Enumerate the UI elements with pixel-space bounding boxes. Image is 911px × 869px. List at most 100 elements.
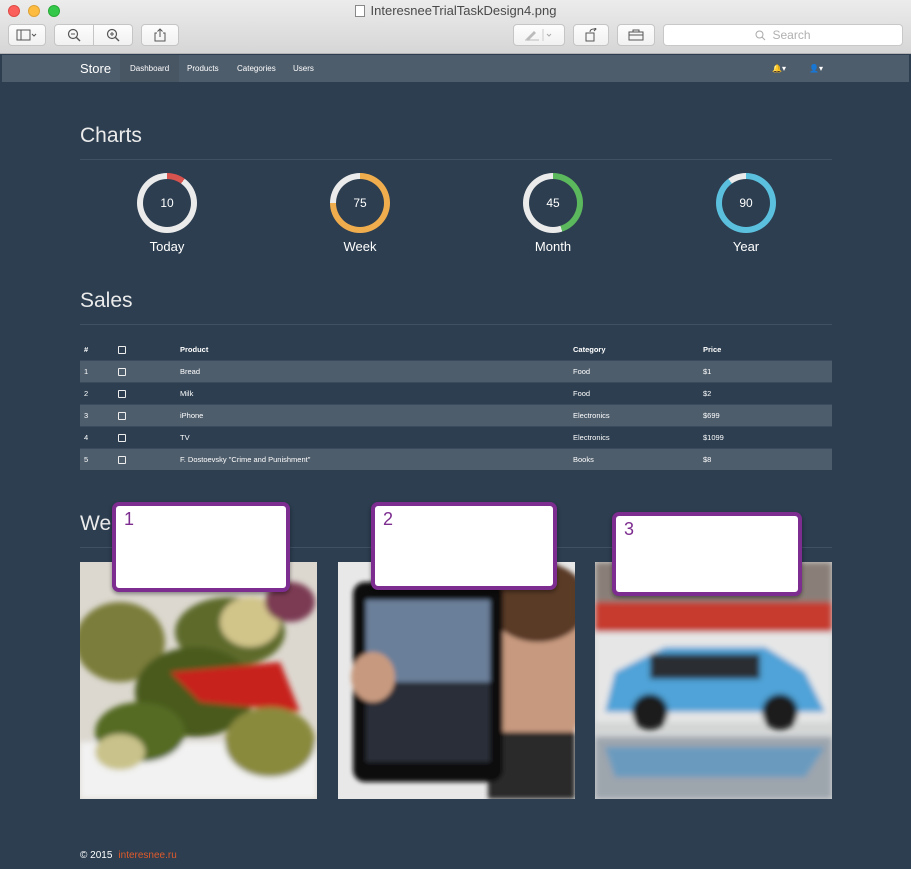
image-file-icon (354, 5, 365, 17)
gallery-heading: We (80, 512, 112, 535)
row-number: 5 (80, 447, 114, 470)
row-number: 3 (80, 403, 114, 426)
table-row: 3 iPhone Electronics $699 (80, 403, 832, 426)
donut-chart-week: 75 Week (325, 173, 395, 254)
column-header-product: Product (180, 345, 209, 355)
annotation-callout-2: 2 (371, 502, 557, 590)
row-checkbox[interactable] (118, 455, 126, 464)
nav-dashboard[interactable]: Dashboard (120, 55, 180, 82)
row-number: 4 (80, 425, 114, 448)
row-select (114, 381, 176, 404)
charts-heading: Charts (80, 124, 142, 147)
donut-value: 90 (722, 179, 770, 227)
food-photo[interactable] (80, 562, 317, 799)
zoom-in-icon (106, 28, 120, 42)
share-icon (154, 28, 166, 42)
row-product: TV (176, 425, 569, 448)
donut-value: 45 (529, 179, 577, 227)
brand-link[interactable]: Store (80, 61, 111, 76)
zoom-in-button[interactable] (93, 24, 133, 46)
pen-icon (525, 29, 552, 41)
select-all-checkbox[interactable] (118, 346, 126, 355)
bell-icon: 🔔 (772, 64, 782, 73)
donut-label: Today (149, 239, 185, 254)
donut-chart-month: 45 Month (518, 173, 588, 254)
table-row: 4 TV Electronics $1099 (80, 425, 832, 448)
sales-divider (80, 324, 832, 325)
column-header-number: # (84, 345, 89, 355)
row-price: $2 (699, 381, 832, 404)
nav-categories[interactable]: Categories (227, 55, 286, 82)
donut-ring: 75 (330, 173, 390, 233)
donut-label: Year (732, 239, 760, 254)
donut-ring: 90 (716, 173, 776, 233)
table-header-row: # Product Category Price (80, 340, 832, 360)
tablet-photo[interactable] (338, 562, 575, 799)
notifications-dropdown[interactable]: 🔔▾ (772, 64, 786, 73)
sales-heading: Sales (80, 289, 133, 312)
footer-link[interactable]: interesnee.ru (118, 850, 176, 861)
donut-ring: 10 (137, 173, 197, 233)
app-navbar: Store Dashboard Products Categories User… (2, 55, 909, 82)
search-icon (755, 30, 766, 40)
donut-value: 10 (143, 179, 191, 227)
row-product: Milk (176, 381, 569, 404)
row-category: Food (569, 359, 699, 382)
row-category: Electronics (569, 425, 699, 448)
row-category: Electronics (569, 403, 699, 426)
footer: © 2015 interesnee.ru (80, 850, 177, 861)
user-dropdown[interactable]: 👤▾ (809, 64, 823, 73)
row-category: Books (569, 447, 699, 470)
rotate-button[interactable] (573, 24, 609, 46)
nav-products[interactable]: Products (177, 55, 229, 82)
car-photo[interactable] (595, 562, 832, 799)
sidebar-toggle-button[interactable] (8, 24, 46, 46)
window-title: InteresneeTrialTaskDesign4.png (0, 3, 911, 18)
row-checkbox[interactable] (118, 367, 126, 376)
column-header-category: Category (573, 345, 606, 355)
caret-down-icon: ▾ (781, 64, 786, 73)
donut-label: Week (343, 239, 377, 254)
donut-value: 75 (336, 179, 384, 227)
donut-label: Month (534, 239, 572, 254)
rotate-icon (585, 28, 597, 42)
row-category: Food (569, 381, 699, 404)
row-price: $1 (699, 359, 832, 382)
toolbox-icon (628, 29, 644, 41)
row-price: $699 (699, 403, 832, 426)
annotation-callout-1: 1 (112, 502, 290, 592)
window-titlebar: InteresneeTrialTaskDesign4.png Search (0, 0, 911, 54)
charts-divider (80, 159, 832, 160)
row-select (114, 447, 176, 470)
row-price: $1099 (699, 425, 832, 448)
row-number: 1 (80, 359, 114, 382)
table-row: 1 Bread Food $1 (80, 359, 832, 382)
zoom-out-button[interactable] (54, 24, 94, 46)
table-row: 2 Milk Food $2 (80, 381, 832, 404)
row-select (114, 359, 176, 382)
row-product: Bread (176, 359, 569, 382)
row-checkbox[interactable] (118, 433, 126, 442)
sidebar-icon (16, 29, 37, 41)
column-header-select (114, 340, 176, 360)
zoom-out-icon (67, 28, 81, 42)
row-number: 2 (80, 381, 114, 404)
search-placeholder: Search (772, 28, 811, 42)
row-select (114, 403, 176, 426)
user-icon: 👤 (809, 64, 819, 73)
nav-users[interactable]: Users (283, 55, 324, 82)
row-product: iPhone (176, 403, 569, 426)
row-checkbox[interactable] (118, 411, 126, 420)
column-header-price: Price (703, 345, 722, 355)
search-field[interactable]: Search (663, 24, 903, 46)
sales-table: # Product Category Price 1 Bread Food $1… (80, 340, 832, 470)
share-button[interactable] (141, 24, 179, 46)
row-checkbox[interactable] (118, 389, 126, 398)
toolbox-button[interactable] (617, 24, 655, 46)
markup-button[interactable] (513, 24, 565, 46)
copyright-text: © 2015 (80, 850, 113, 861)
row-price: $8 (699, 447, 832, 470)
donut-chart-year: 90 Year (711, 173, 781, 254)
row-select (114, 425, 176, 448)
table-row: 5 F. Dostoevsky "Crime and Punishment" B… (80, 447, 832, 470)
